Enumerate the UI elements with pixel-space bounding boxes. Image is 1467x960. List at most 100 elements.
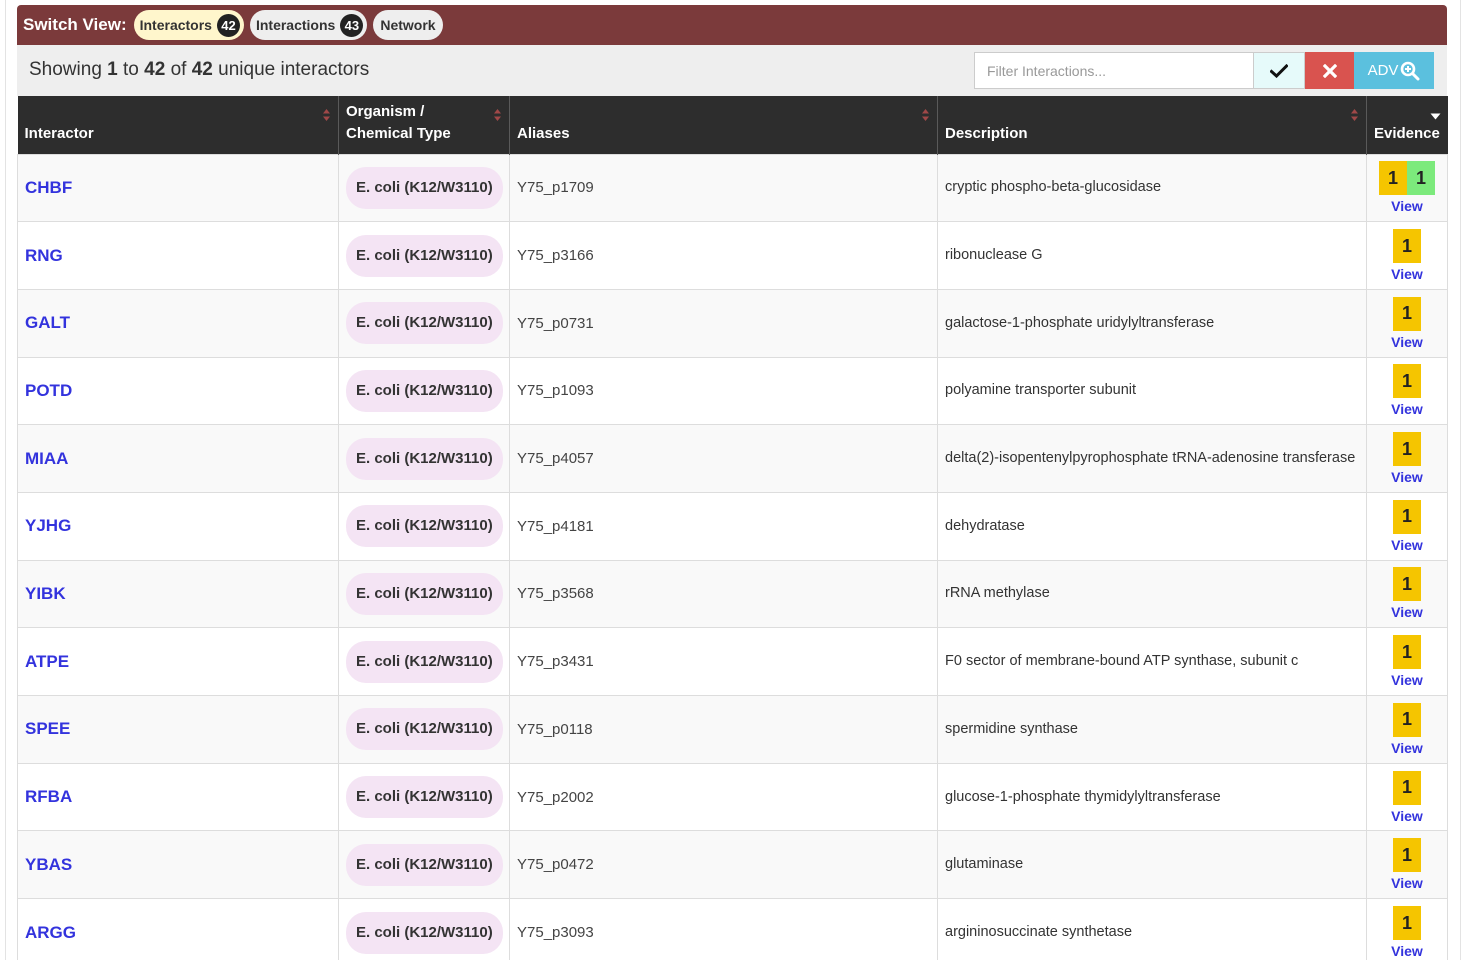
evidence-count-badge[interactable]: 1	[1407, 161, 1435, 196]
cell-description: ribonuclease G	[937, 221, 1367, 290]
tab-interactors[interactable]: Interactors 42	[133, 10, 244, 40]
alias-text: Y75_p2002	[517, 788, 594, 806]
table-row: YJHG E. coli (K12/W3110) Y75_p4181 dehyd…	[17, 491, 1448, 561]
column-header-aliases[interactable]: Aliases	[509, 96, 938, 154]
interactor-link[interactable]: ATPE	[25, 652, 69, 671]
organism-badge[interactable]: E. coli (K12/W3110)	[346, 437, 503, 480]
description-text: spermidine synthase	[945, 720, 1078, 737]
table-row: YIBK E. coli (K12/W3110) Y75_p3568 rRNA …	[17, 559, 1448, 628]
view-evidence-link[interactable]: View	[1367, 469, 1447, 485]
evidence-count-badge[interactable]: 1	[1379, 161, 1407, 196]
cell-interactor: YJHG	[17, 491, 339, 561]
showing-of-word: of	[170, 59, 187, 80]
organism-badge[interactable]: E. coli (K12/W3110)	[346, 166, 503, 209]
alias-text: Y75_p1709	[517, 179, 594, 197]
interactor-link[interactable]: MIAA	[25, 449, 68, 468]
evidence-count-badge[interactable]: 1	[1393, 838, 1421, 873]
interactor-link[interactable]: YBAS	[25, 855, 72, 874]
tab-network[interactable]: Network	[373, 10, 443, 40]
alias-text: Y75_p1093	[517, 382, 594, 400]
cell-evidence: 1 View	[1366, 288, 1448, 358]
advanced-search-button[interactable]: ADV	[1354, 52, 1434, 89]
view-evidence-link[interactable]: View	[1367, 401, 1447, 417]
organism-badge[interactable]: E. coli (K12/W3110)	[346, 708, 503, 751]
interactor-link[interactable]: YIBK	[25, 584, 66, 603]
view-evidence-link[interactable]: View	[1367, 198, 1447, 214]
organism-badge[interactable]: E. coli (K12/W3110)	[346, 776, 503, 819]
clear-filter-button[interactable]	[1305, 52, 1354, 89]
description-text: cryptic phospho-beta-glucosidase	[945, 179, 1162, 196]
view-evidence-link[interactable]: View	[1367, 334, 1447, 350]
cell-evidence: 1 View	[1366, 627, 1448, 696]
cell-description: galactose-1-phosphate uridylyltransferas…	[937, 288, 1367, 358]
column-header-organism[interactable]: Organism / Chemical Type	[338, 96, 510, 154]
view-evidence-link[interactable]: View	[1367, 943, 1447, 959]
cell-organism: E. coli (K12/W3110)	[338, 424, 510, 493]
cell-alias: Y75_p0731	[509, 288, 938, 358]
organism-badge[interactable]: E. coli (K12/W3110)	[346, 505, 503, 548]
cell-alias: Y75_p3568	[509, 559, 938, 628]
interactor-link[interactable]: RFBA	[25, 787, 72, 806]
column-aliases-label: Aliases	[517, 124, 570, 142]
organism-badge[interactable]: E. coli (K12/W3110)	[346, 911, 503, 954]
evidence-count-badge[interactable]: 1	[1393, 364, 1421, 399]
organism-badge[interactable]: E. coli (K12/W3110)	[346, 234, 503, 277]
table-row: RNG E. coli (K12/W3110) Y75_p3166 ribonu…	[17, 221, 1448, 290]
cell-evidence: 1 View	[1366, 762, 1448, 831]
evidence-count-badge[interactable]: 1	[1393, 906, 1421, 941]
organism-badge[interactable]: E. coli (K12/W3110)	[346, 640, 503, 683]
cell-alias: Y75_p0472	[509, 830, 938, 899]
apply-filter-button[interactable]	[1253, 52, 1305, 89]
view-evidence-link[interactable]: View	[1367, 808, 1447, 824]
interactor-link[interactable]: CHBF	[25, 178, 72, 197]
filter-interactions-input[interactable]	[974, 52, 1253, 89]
cell-organism: E. coli (K12/W3110)	[338, 898, 510, 960]
evidence-badges: 1	[1367, 702, 1447, 737]
evidence-badges: 1	[1367, 229, 1447, 264]
sort-icon	[494, 109, 501, 121]
interactor-link[interactable]: POTD	[25, 381, 72, 400]
cell-alias: Y75_p3431	[509, 627, 938, 696]
evidence-count-badge[interactable]: 1	[1393, 499, 1421, 534]
cell-description: glucose-1-phosphate thymidylyltransferas…	[937, 762, 1367, 831]
cell-description: cryptic phospho-beta-glucosidase	[937, 153, 1367, 222]
view-evidence-link[interactable]: View	[1367, 604, 1447, 620]
organism-badge[interactable]: E. coli (K12/W3110)	[346, 572, 503, 615]
cell-description: argininosuccinate synthetase	[937, 898, 1367, 960]
evidence-count-badge[interactable]: 1	[1393, 432, 1421, 467]
page-frame-right	[1460, 0, 1461, 960]
interactor-link[interactable]: YJHG	[25, 516, 71, 535]
view-evidence-link[interactable]: View	[1367, 266, 1447, 282]
evidence-count-badge[interactable]: 1	[1393, 229, 1421, 264]
organism-badge[interactable]: E. coli (K12/W3110)	[346, 302, 503, 345]
evidence-count-badge[interactable]: 1	[1393, 567, 1421, 602]
showing-suffix: unique interactors	[218, 59, 370, 80]
view-evidence-link[interactable]: View	[1367, 740, 1447, 756]
evidence-count-badge[interactable]: 1	[1393, 296, 1421, 331]
column-header-description[interactable]: Description	[937, 96, 1367, 154]
interactor-link[interactable]: SPEE	[25, 719, 70, 738]
column-header-evidence[interactable]: Evidence	[1366, 96, 1448, 154]
interactor-link[interactable]: GALT	[25, 313, 70, 332]
evidence-count-badge[interactable]: 1	[1393, 702, 1421, 737]
column-organism-label-line2: Chemical Type	[346, 124, 451, 142]
evidence-badges: 1	[1367, 567, 1447, 602]
switch-view-label: Switch View:	[23, 15, 127, 34]
cell-evidence: 1 View	[1366, 830, 1448, 899]
interactor-link[interactable]: RNG	[25, 246, 63, 265]
interactors-table: Interactor Organism / Chemical Type Alia…	[17, 96, 1448, 960]
organism-badge[interactable]: E. coli (K12/W3110)	[346, 369, 503, 412]
organism-badge[interactable]: E. coli (K12/W3110)	[346, 843, 503, 886]
cell-interactor: YBAS	[17, 830, 339, 899]
tab-interactions[interactable]: Interactions 43	[249, 10, 368, 40]
evidence-badges: 1	[1367, 296, 1447, 331]
view-evidence-link[interactable]: View	[1367, 875, 1447, 891]
column-header-interactor[interactable]: Interactor	[17, 96, 339, 154]
view-evidence-link[interactable]: View	[1367, 537, 1447, 553]
evidence-count-badge[interactable]: 1	[1393, 770, 1421, 805]
sort-icon	[323, 109, 330, 121]
interactor-link[interactable]: ARGG	[25, 923, 76, 942]
evidence-badges: 11	[1367, 161, 1447, 196]
view-evidence-link[interactable]: View	[1367, 672, 1447, 688]
evidence-count-badge[interactable]: 1	[1393, 635, 1421, 670]
